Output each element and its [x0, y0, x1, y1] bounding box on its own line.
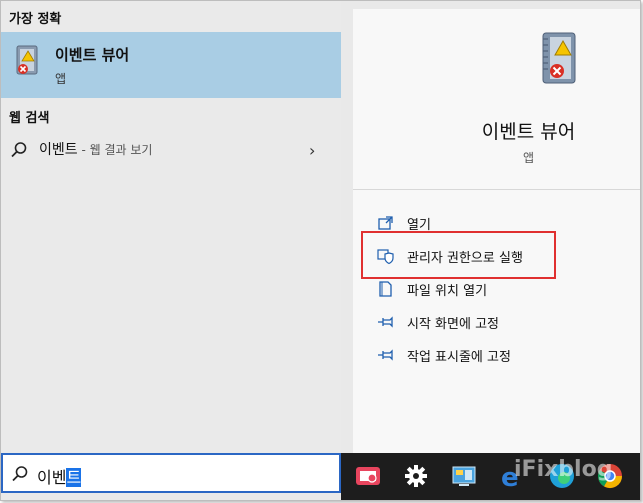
best-match-item[interactable]: 이벤트 뷰어 앱: [1, 32, 341, 98]
best-match-header: 가장 정확: [9, 12, 62, 27]
web-result-suffix: - 웹 결과 보기: [77, 143, 153, 157]
search-selected-text: 트: [66, 468, 82, 487]
search-box[interactable]: 이벤트: [1, 453, 341, 493]
action-label: 작업 표시줄에 고정: [407, 350, 511, 365]
web-search-header: 웹 검색: [9, 111, 50, 126]
best-match-title: 이벤트 뷰어: [55, 46, 130, 64]
web-result-term: 이벤트: [39, 142, 78, 158]
start-menu-search-window: 가장 정확 이벤트 뷰어 앱 웹 검색 이벤트 - 웹 결과 보기 › 이벤트 …: [0, 0, 641, 501]
app-subtitle: 앱: [522, 151, 535, 165]
search-icon: [12, 466, 28, 482]
event-viewer-icon: [16, 45, 38, 75]
divider: [353, 189, 640, 190]
search-input[interactable]: 이벤트: [37, 464, 82, 488]
media-app-icon[interactable]: [353, 461, 383, 491]
pin-icon: [378, 316, 393, 328]
event-viewer-large-icon: [542, 32, 576, 84]
app-title: 이벤트 뷰어: [481, 121, 576, 143]
web-result-text: 이벤트 - 웹 결과 보기: [39, 139, 152, 159]
results-pane: 가장 정확 이벤트 뷰어 앱 웹 검색 이벤트 - 웹 결과 보기 ›: [1, 1, 341, 453]
best-match-subtitle: 앱: [55, 72, 67, 86]
open-icon: [378, 216, 393, 230]
action-label: 시작 화면에 고정: [407, 317, 499, 332]
settings-gear-icon[interactable]: [401, 461, 431, 491]
search-icon: [11, 142, 27, 158]
watermark: iFixblog: [514, 457, 613, 482]
pin-icon: [378, 349, 393, 361]
action-label: 파일 위치 열기: [407, 284, 488, 299]
web-search-result[interactable]: 이벤트 - 웹 결과 보기 ›: [1, 131, 341, 167]
chevron-right-icon[interactable]: ›: [309, 141, 315, 160]
file-location-icon: [379, 281, 392, 297]
annotation-highlight-box: [361, 231, 556, 279]
control-panel-icon[interactable]: [449, 461, 479, 491]
search-typed-text: 이벤: [37, 468, 67, 487]
